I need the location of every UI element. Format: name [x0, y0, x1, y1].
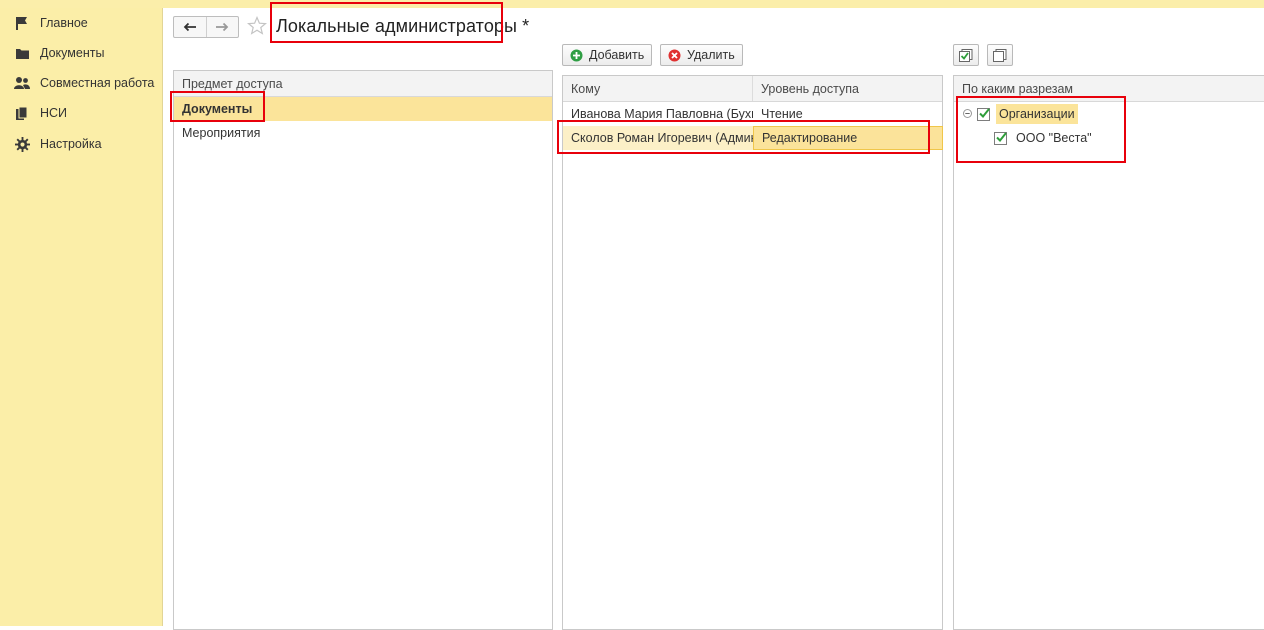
check-all-button[interactable] — [953, 44, 979, 66]
table-row[interactable]: Мероприятия — [174, 121, 552, 145]
flag-icon — [14, 15, 30, 31]
level-cell[interactable]: Редактирование — [753, 126, 943, 150]
column-header-who: Кому — [563, 76, 753, 101]
assignees-table-header: Кому Уровень доступа — [563, 76, 942, 102]
page-title: Локальные администраторы * — [276, 16, 530, 36]
sidebar-item-label: Настройка — [40, 137, 102, 151]
sidebar-item-label: Главное — [40, 16, 88, 30]
subjects-table: Предмет доступа Документы Мероприятия — [173, 70, 553, 630]
delete-circle-icon — [668, 49, 681, 62]
sidebar-item-label: Документы — [40, 46, 105, 60]
sections-table: По каким разрезам Организации ООО "Веста… — [953, 75, 1264, 630]
arrow-left-icon — [183, 22, 196, 32]
check-all-icon — [959, 48, 973, 62]
forward-button[interactable] — [205, 17, 239, 37]
sidebar: Главное Документы Совместная работа НСИ … — [0, 8, 163, 626]
level-cell: Чтение — [761, 107, 803, 121]
history-nav — [173, 16, 239, 38]
books-icon — [14, 105, 30, 121]
sidebar-item-documents[interactable]: Документы — [0, 41, 162, 65]
sidebar-item-collaboration[interactable]: Совместная работа — [0, 71, 162, 95]
delete-button[interactable]: Удалить — [660, 44, 743, 66]
favorite-star-icon[interactable] — [246, 15, 268, 36]
folder-icon — [14, 45, 30, 61]
column-header-sections: По каким разрезам — [962, 81, 1074, 96]
sidebar-item-label: Совместная работа — [40, 76, 155, 90]
delete-button-label: Удалить — [687, 48, 735, 62]
who-cell: Сколов Роман Игоревич (Администратор) — [571, 131, 753, 145]
add-button[interactable]: Добавить — [562, 44, 653, 66]
table-row-selected[interactable]: Сколов Роман Игоревич (Администратор) Ре… — [563, 126, 943, 150]
subject-cell: Мероприятия — [182, 126, 261, 140]
column-header-subject: Предмет доступа — [182, 76, 283, 91]
uncheck-all-icon — [993, 48, 1007, 62]
plus-circle-icon — [570, 49, 583, 62]
gear-icon — [14, 136, 30, 152]
assignees-table: Кому Уровень доступа Иванова Мария Павло… — [562, 75, 943, 630]
column-header-level: Уровень доступа — [761, 81, 859, 96]
tree-node-label: ООО "Веста" — [1016, 131, 1092, 145]
sidebar-item-nsi[interactable]: НСИ — [0, 101, 162, 125]
child-checkbox[interactable] — [994, 131, 1007, 145]
sidebar-item-label: НСИ — [40, 106, 68, 120]
tree-node-root[interactable]: Организации — [954, 102, 1264, 126]
sections-table-header: По каким разрезам — [954, 76, 1264, 102]
tree-node-label: Организации — [996, 104, 1078, 124]
root-checkbox[interactable] — [977, 107, 990, 121]
table-row-selected[interactable]: Документы — [174, 97, 552, 121]
subjects-table-header: Предмет доступа — [174, 71, 552, 97]
sidebar-item-settings[interactable]: Настройка — [0, 132, 162, 156]
tree-node-child[interactable]: ООО "Веста" — [954, 126, 1264, 150]
table-row[interactable]: Иванова Мария Павловна (Бухгалтер) Чтени… — [563, 102, 942, 126]
main-area: Локальные администраторы * Предмет досту… — [163, 2, 1264, 630]
people-icon — [14, 75, 30, 91]
sidebar-item-main[interactable]: Главное — [0, 11, 162, 35]
subject-cell: Документы — [182, 102, 253, 116]
uncheck-all-button[interactable] — [987, 44, 1013, 66]
back-button[interactable] — [174, 17, 206, 37]
arrow-right-icon — [216, 22, 229, 32]
collapse-icon[interactable] — [963, 107, 972, 121]
add-button-label: Добавить — [589, 48, 645, 62]
who-cell: Иванова Мария Павловна (Бухгалтер) — [571, 107, 753, 121]
